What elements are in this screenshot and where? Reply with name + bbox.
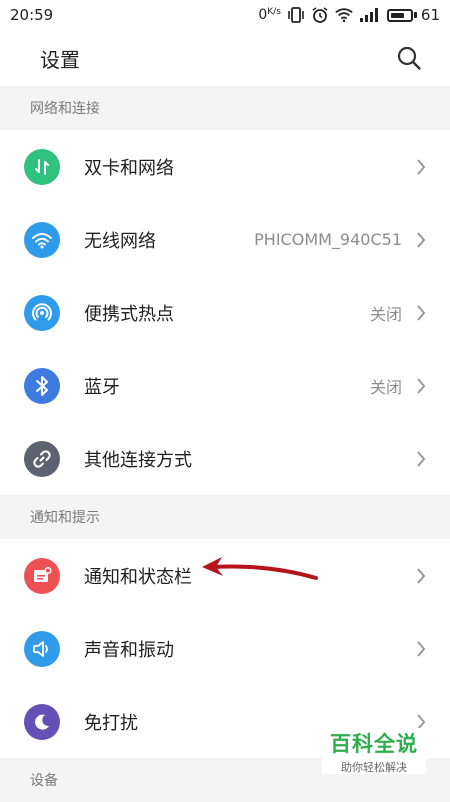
sound-icon	[24, 630, 60, 667]
list-item-value: 关闭	[369, 304, 402, 324]
list-item-label: 无线网络	[84, 230, 156, 252]
list-item-label: 声音和振动	[84, 639, 174, 661]
moon-icon	[24, 703, 60, 740]
app-header: 设置	[0, 30, 450, 86]
status-bar: 20:59 0K/s 61	[0, 0, 450, 30]
annotation-arrow-icon	[202, 557, 318, 580]
list-item-label: 蓝牙	[84, 376, 120, 398]
wifi-icon	[24, 221, 60, 258]
link-icon	[24, 440, 60, 477]
search-icon[interactable]	[396, 45, 422, 71]
chevron-right-icon	[417, 640, 426, 657]
list-item-dual-sim[interactable]: 双卡和网络	[0, 130, 450, 203]
chevron-right-icon	[417, 231, 426, 248]
list-item-hotspot[interactable]: 便携式热点 关闭	[0, 276, 450, 349]
battery-indicator: 61	[386, 6, 440, 24]
battery-level: 61	[420, 6, 440, 24]
list-item-label: 双卡和网络	[84, 157, 174, 179]
settings-list: 网络和连接 双卡和网络 无线网络 PHICOMM_940C51 便携式热点 关闭…	[0, 86, 450, 802]
chevron-right-icon	[417, 377, 426, 394]
alarm-icon	[312, 7, 328, 23]
watermark-logo: 百科全说 助你轻松解决	[322, 728, 426, 774]
section-header-network: 网络和连接	[0, 86, 450, 130]
watermark-subtitle: 助你轻松解决	[341, 760, 407, 774]
list-item-label: 便携式热点	[84, 303, 174, 325]
status-icons: 0K/s 61	[258, 6, 440, 24]
watermark-title: 百科全说	[330, 731, 418, 756]
hotspot-icon	[24, 294, 60, 331]
chevron-right-icon	[417, 158, 426, 175]
net-speed: 0K/s	[258, 7, 281, 23]
chevron-right-icon	[417, 450, 426, 467]
list-item-other-connections[interactable]: 其他连接方式	[0, 422, 450, 495]
notification-icon	[24, 557, 60, 594]
dual-sim-icon	[24, 148, 60, 185]
status-time: 20:59	[10, 6, 54, 24]
net-speed-unit: K/s	[267, 7, 281, 17]
list-item-sound-vibration[interactable]: 声音和振动	[0, 612, 450, 685]
chevron-right-icon	[417, 304, 426, 321]
vibrate-icon	[288, 7, 304, 23]
list-item-wifi[interactable]: 无线网络 PHICOMM_940C51	[0, 203, 450, 276]
net-speed-value: 0	[258, 7, 268, 23]
section-header-notifications: 通知和提示	[0, 495, 450, 539]
battery-icon	[386, 8, 413, 22]
page-title: 设置	[40, 47, 80, 72]
signal-icon	[359, 8, 378, 22]
list-item-bluetooth[interactable]: 蓝牙 关闭	[0, 349, 450, 422]
bluetooth-icon	[24, 367, 60, 404]
chevron-right-icon	[417, 567, 426, 584]
list-item-label: 其他连接方式	[84, 449, 192, 471]
list-item-value: 关闭	[369, 377, 402, 397]
list-item-value: PHICOMM_940C51	[254, 230, 402, 249]
wifi-status-icon	[335, 8, 353, 23]
